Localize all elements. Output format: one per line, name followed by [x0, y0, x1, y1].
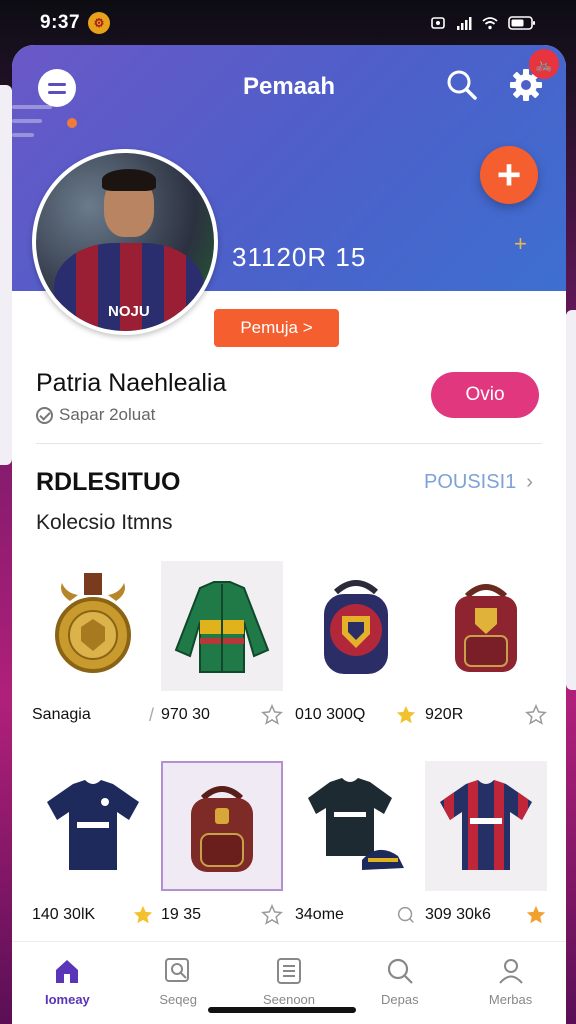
- crest-backpack-icon: [324, 580, 388, 674]
- nav-label: Depas: [381, 992, 419, 1007]
- header-stat: 31120R 15: [232, 242, 367, 272]
- star-outline-icon[interactable]: [525, 704, 547, 726]
- avatar-jersey-text: NOJU: [108, 303, 150, 320]
- nav-label: Seenoon: [262, 992, 316, 1007]
- profile-action-button[interactable]: Ovio: [431, 372, 539, 418]
- item-meta: 010 300Q: [295, 703, 417, 727]
- status-icons: [430, 15, 536, 31]
- item-thumbnail: [32, 561, 154, 691]
- signal-icon: [457, 17, 472, 30]
- collection-item[interactable]: Sanagia /: [32, 561, 154, 727]
- collection-item[interactable]: 19 35: [161, 761, 283, 927]
- item-thumbnail: [32, 761, 154, 891]
- collection-item[interactable]: 970 30: [161, 561, 283, 727]
- star-filled-icon[interactable]: [132, 904, 154, 926]
- chevron-right-icon: ›: [526, 471, 533, 493]
- background-card-left: [0, 85, 12, 465]
- collection-item[interactable]: 010 300Q: [295, 561, 417, 727]
- user-icon: [498, 959, 523, 984]
- item-thumbnail: [295, 561, 417, 691]
- nav-item-home[interactable]: Iomeay: [12, 942, 123, 1024]
- search-icon[interactable]: [444, 67, 480, 103]
- star-filled-icon[interactable]: [525, 904, 547, 926]
- medal-icon: [55, 573, 131, 673]
- bike-icon[interactable]: 🚲: [529, 49, 559, 79]
- check-circle-icon: [36, 406, 53, 424]
- profile-subtitle: Sapar 2oluat: [59, 405, 156, 424]
- green-jacket-icon: [174, 581, 270, 673]
- item-label: 140 30lK: [32, 906, 96, 923]
- collection-item[interactable]: 140 30lK: [32, 761, 154, 927]
- battery-icon: [508, 16, 535, 30]
- star-outline-icon[interactable]: [261, 904, 283, 926]
- item-meta: 309 30k6: [425, 903, 547, 927]
- app-screen: Pemaah 🚲 + + 31120R 15 NOJU Pemuja > Pat…: [12, 45, 566, 1024]
- divider: [36, 443, 542, 444]
- profile-subtitle-row: Sapar 2oluat: [36, 405, 155, 425]
- item-label: 309 30k6: [425, 906, 491, 923]
- wifi-icon: [482, 17, 498, 30]
- profile-name: Patria Naehlealia: [36, 369, 227, 397]
- page-title: Pemaah: [242, 73, 336, 100]
- red-backpack-icon: [455, 584, 517, 672]
- star-filled-icon[interactable]: [395, 704, 417, 726]
- section-link-label: POUSISI1: [424, 471, 517, 493]
- slash-icon: /: [148, 704, 154, 725]
- item-meta: 140 30lK: [32, 903, 154, 927]
- screenshot-icon: [431, 17, 445, 29]
- maroon-backpack-icon: [191, 786, 253, 872]
- item-thumbnail-selected: [161, 761, 283, 891]
- home-indicator[interactable]: [208, 1007, 356, 1013]
- home-icon: [56, 960, 79, 983]
- app-badge-icon: ⚙: [88, 12, 111, 34]
- item-meta: 920R: [425, 703, 547, 727]
- search-doc-icon: [165, 958, 190, 982]
- striped-jersey-icon: [440, 780, 532, 870]
- nav-item-search[interactable]: Depas: [344, 942, 455, 1024]
- dark-jersey-cap-icon: [308, 778, 404, 870]
- nav-label: Seqeg: [159, 992, 197, 1007]
- item-thumbnail: [425, 561, 547, 691]
- section-title: RDLESITUO: [36, 468, 181, 496]
- collection-item[interactable]: 309 30k6: [425, 761, 547, 927]
- item-meta: 19 35: [161, 903, 283, 927]
- item-label: 920R: [425, 706, 464, 723]
- nav-label: Iomeay: [44, 992, 90, 1007]
- item-thumbnail: [161, 561, 283, 691]
- plus-sparkle-icon: +: [514, 231, 527, 256]
- item-meta: 34ome: [295, 903, 417, 927]
- collection-item[interactable]: 34ome: [295, 761, 417, 927]
- decorative-dot: [67, 118, 77, 128]
- decorative-lines: [12, 105, 72, 165]
- collection-item[interactable]: 920R: [425, 561, 547, 727]
- item-thumbnail: [425, 761, 547, 891]
- status-bar: 9:37 ⚙: [0, 0, 576, 46]
- avatar[interactable]: NOJU: [32, 149, 218, 335]
- profile-badge-button[interactable]: Pemuja >: [214, 309, 339, 347]
- item-label: 010 300Q: [295, 706, 366, 723]
- item-label: 970 30: [161, 706, 210, 723]
- nav-label: Merbas: [488, 992, 533, 1007]
- item-label: 34ome: [295, 906, 344, 923]
- item-meta: 970 30: [161, 703, 283, 727]
- avatar-hair: [102, 169, 156, 191]
- navy-jersey-icon: [47, 780, 139, 870]
- nav-item-profile[interactable]: Merbas: [455, 942, 566, 1024]
- item-label: Sanagia: [32, 706, 91, 723]
- list-icon: [276, 958, 301, 984]
- avatar-photo: NOJU: [36, 153, 214, 331]
- star-outline-icon[interactable]: [261, 704, 283, 726]
- section-link[interactable]: POUSISI1 ›: [424, 471, 533, 494]
- item-label: 19 35: [161, 906, 202, 923]
- search-outline-icon[interactable]: [395, 904, 417, 926]
- section-subtitle: Kolecsio Itmns: [36, 511, 173, 534]
- background-card-right: [566, 310, 576, 690]
- item-thumbnail: [295, 761, 417, 891]
- add-button[interactable]: +: [480, 146, 538, 204]
- status-time: 9:37: [40, 12, 81, 33]
- search-icon: [387, 958, 413, 984]
- item-meta: Sanagia /: [32, 703, 154, 727]
